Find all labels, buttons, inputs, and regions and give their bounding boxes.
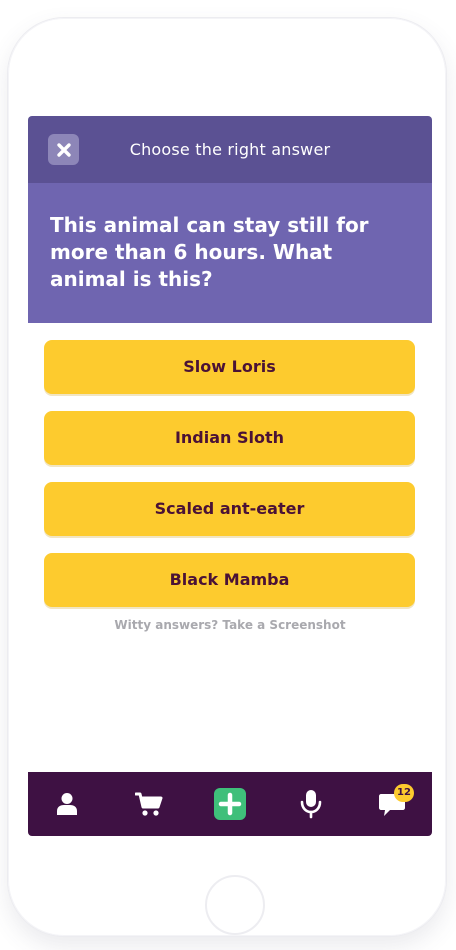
nav-add[interactable] [200,772,260,836]
answer-button-black-mamba[interactable]: Black Mamba [44,553,415,607]
add-icon [214,788,246,820]
quiz-screen: Choose the right answer This animal can … [28,116,432,836]
close-icon [56,142,71,157]
close-button[interactable] [48,134,79,165]
answer-button-indian-sloth[interactable]: Indian Sloth [44,411,415,465]
bottom-nav: 12 [28,772,432,836]
nav-messages[interactable]: 12 [362,772,422,836]
screenshot-hint: Witty answers? Take a Screenshot [114,618,346,632]
answer-list: Slow Loris Indian Sloth Scaled ant-eater… [44,340,415,624]
profile-icon [57,793,77,815]
answer-button-slow-loris[interactable]: Slow Loris [44,340,415,394]
question-panel: This animal can stay still for more than… [28,183,432,323]
nav-profile[interactable] [37,772,97,836]
cart-icon [135,792,163,816]
nav-shop[interactable] [119,772,179,836]
question-text: This animal can stay still for more than… [50,213,369,291]
home-button[interactable] [205,875,265,935]
microphone-icon [300,790,322,819]
quiz-header: Choose the right answer [28,116,432,183]
page-title: Choose the right answer [129,140,331,159]
notification-badge: 12 [394,784,414,802]
answer-button-scaled-ant-eater[interactable]: Scaled ant-eater [44,482,415,536]
nav-voice[interactable] [281,772,341,836]
